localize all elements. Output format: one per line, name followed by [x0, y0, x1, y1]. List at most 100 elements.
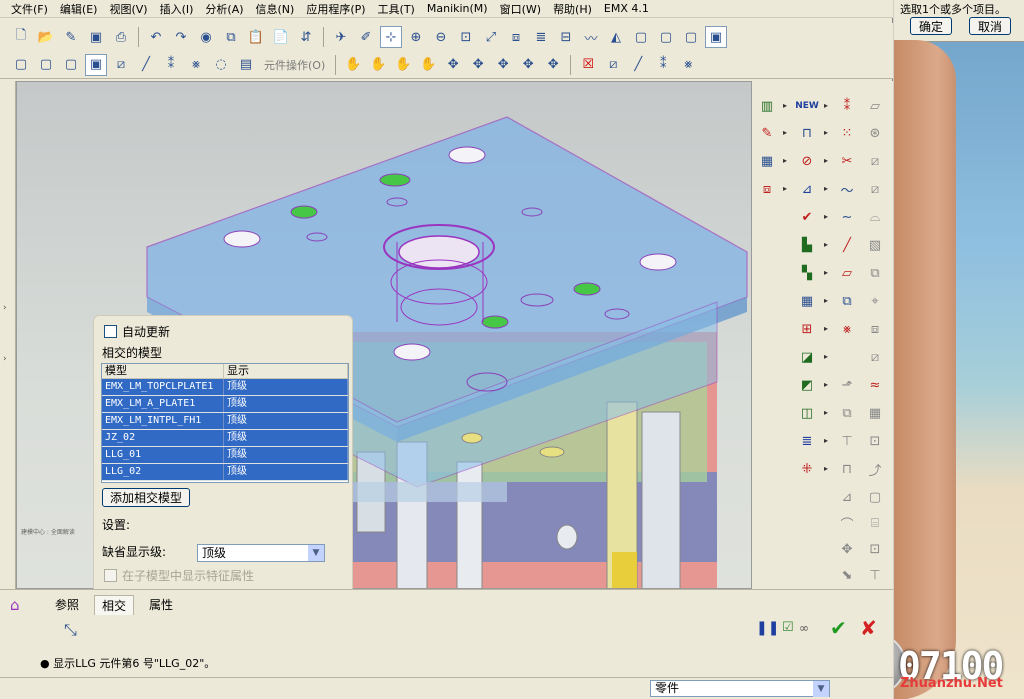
tab-properties[interactable]: 属性 [142, 595, 180, 614]
menu-applications[interactable]: 应用程序(P) [301, 1, 370, 17]
table-row[interactable]: LLG_02 顶级 [102, 464, 348, 481]
merge-icon[interactable]: ◩ [796, 374, 818, 396]
drag-icon-1[interactable]: ✋ [342, 54, 364, 76]
preview-check-icon[interactable]: ☑ [782, 620, 794, 635]
drag-icon-4[interactable]: ✋ [417, 54, 439, 76]
weld-icon[interactable]: ⊿ [836, 486, 858, 508]
table-icon[interactable]: ▦ [864, 402, 886, 424]
intersected-models-table[interactable]: 模型 显示 EMX_LM_TOPCLPLATE1 顶级 EMX_LM_A_PLA… [101, 363, 349, 483]
reorient-icon[interactable]: ⤢ [480, 26, 502, 48]
datum-axis-icon-2[interactable]: ╱ [627, 54, 649, 76]
hole-icon[interactable]: ⊘ [796, 150, 818, 172]
table-row[interactable]: LLG_01 顶级 [102, 447, 348, 464]
menu-edit[interactable]: 编辑(E) [55, 1, 103, 17]
table-row[interactable]: EMX_LM_TOPCLPLATE1 顶级 [102, 379, 348, 396]
plane-icon[interactable]: ▱ [836, 262, 858, 284]
default-level-select[interactable]: 顶级 ▼ [197, 544, 325, 562]
dropdown-caret-icon[interactable]: ▸ [824, 240, 828, 249]
zoom-in-icon[interactable]: ⊕ [405, 26, 427, 48]
coord-sys-icon[interactable]: ⨳ [836, 318, 858, 340]
column-header-display[interactable]: 显示 [224, 364, 348, 378]
wrap-icon[interactable]: ≈ [864, 374, 886, 396]
shading-icon[interactable]: ▣ [705, 26, 727, 48]
explode-icon[interactable]: ⁜ [796, 458, 818, 480]
add-intersected-model-button[interactable]: 添加相交模型 [102, 488, 190, 507]
wireframe-icon[interactable]: ▢ [630, 26, 652, 48]
extrude-icon[interactable]: ⊓ [796, 122, 818, 144]
move-icon[interactable]: ✥ [836, 538, 858, 560]
axis-icon[interactable]: ╱ [836, 234, 858, 256]
brush-icon[interactable]: ✎ [60, 26, 82, 48]
auto-update-checkbox[interactable] [104, 325, 117, 338]
cube-nohidden-icon[interactable]: ▢ [60, 54, 82, 76]
dropdown-caret-icon[interactable]: ▸ [824, 296, 828, 305]
draft-icon[interactable]: ▙ [796, 234, 818, 256]
menu-tools[interactable]: 工具(T) [373, 1, 420, 17]
dropdown-caret-icon[interactable]: ▸ [783, 156, 787, 165]
edit-feature-icon[interactable]: ✎ [756, 122, 778, 144]
chevron-down-icon[interactable]: ▼ [308, 545, 324, 561]
move-icon-1[interactable]: ✥ [442, 54, 464, 76]
dropdown-caret-icon[interactable]: ▸ [824, 101, 828, 110]
datum-icon[interactable]: ✈ [330, 26, 352, 48]
component-ops-icon[interactable]: ▤ [235, 54, 257, 76]
coord-sys-icon[interactable]: ⨳ [185, 54, 207, 76]
arrow-icon[interactable]: ⬊ [836, 564, 858, 586]
ok-button[interactable]: 确定 [910, 17, 952, 35]
tab-intersect[interactable]: 相交 [94, 595, 135, 615]
move-icon-2[interactable]: ✥ [467, 54, 489, 76]
dropdown-caret-icon[interactable]: ▸ [824, 464, 828, 473]
expand-arrow-icon[interactable]: › [3, 303, 7, 313]
menu-manikin[interactable]: Manikin(M) [422, 2, 493, 15]
find-icon[interactable]: ⇵ [295, 26, 317, 48]
pause-icon[interactable]: ❚❚ [756, 620, 779, 636]
dropdown-caret-icon[interactable]: ▸ [783, 101, 787, 110]
saved-views-icon[interactable]: ⧈ [505, 26, 527, 48]
rib-icon[interactable]: ▚ [796, 262, 818, 284]
cube-wire-icon[interactable]: ▢ [10, 54, 32, 76]
surface-icon[interactable]: ⌓ [864, 206, 886, 228]
save-icon[interactable]: ▣ [85, 26, 107, 48]
datum-point-icon[interactable]: ⁙ [836, 122, 858, 144]
zoom-out-icon[interactable]: ⊖ [430, 26, 452, 48]
box-icon[interactable]: ⊡ [864, 538, 886, 560]
datum-point-icon-2[interactable]: ⁑ [652, 54, 674, 76]
offset-icon[interactable]: ⧉ [864, 262, 886, 284]
open-icon[interactable]: 📂 [35, 26, 57, 48]
selection-filter-select[interactable]: 零件 ▼ [650, 680, 830, 697]
menu-help[interactable]: 帮助(H) [548, 1, 597, 17]
intersect-icon[interactable]: ⧉ [836, 402, 858, 424]
chamfer-icon[interactable]: ✔ [796, 206, 818, 228]
move-icon-3[interactable]: ✥ [492, 54, 514, 76]
frame-icon[interactable]: ▢ [864, 486, 886, 508]
intersect-tool-icon[interactable]: ⤡ [64, 620, 77, 640]
trim-icon[interactable]: ⌖ [864, 290, 886, 312]
datum-plane-icon[interactable]: ⧄ [110, 54, 132, 76]
dropdown-caret-icon[interactable]: ▸ [824, 408, 828, 417]
hide-icon[interactable]: ◌ [210, 54, 232, 76]
regenerate-icon[interactable]: ◉ [195, 26, 217, 48]
move-icon-5[interactable]: ✥ [542, 54, 564, 76]
paste-special-icon[interactable]: 📄 [270, 26, 292, 48]
datum-axis-icon[interactable]: ╱ [135, 54, 157, 76]
cube-hidden-icon[interactable]: ▢ [35, 54, 57, 76]
new-icon[interactable]: 🗋 [10, 26, 32, 48]
menu-window[interactable]: 窗口(W) [495, 1, 546, 17]
plane-icon[interactable]: ▱ [864, 95, 886, 117]
extend-icon[interactable]: ⧄ [864, 346, 886, 368]
dropdown-caret-icon[interactable]: ▸ [824, 324, 828, 333]
cylinder-icon[interactable]: ⌸ [864, 512, 886, 534]
dropdown-caret-icon[interactable]: ▸ [824, 128, 828, 137]
auto-update-row[interactable]: 自动更新 [104, 323, 170, 340]
mirror-icon[interactable]: ⧈ [756, 178, 778, 200]
measure-icon[interactable]: ◪ [796, 346, 818, 368]
grid-icon[interactable]: ▦ [796, 290, 818, 312]
menu-info[interactable]: 信息(N) [251, 1, 300, 17]
table-row[interactable]: EMX_LM_INTPL_FH1 顶级 [102, 413, 348, 430]
cancel-button[interactable]: 取消 [969, 17, 1011, 35]
thicken-icon[interactable]: ⧈ [864, 318, 886, 340]
appearance-icon[interactable]: ◭ [605, 26, 627, 48]
spin-center-icon[interactable]: ⊹ [380, 26, 402, 48]
paste-icon[interactable]: 📋 [245, 26, 267, 48]
dropdown-caret-icon[interactable]: ▸ [824, 380, 828, 389]
